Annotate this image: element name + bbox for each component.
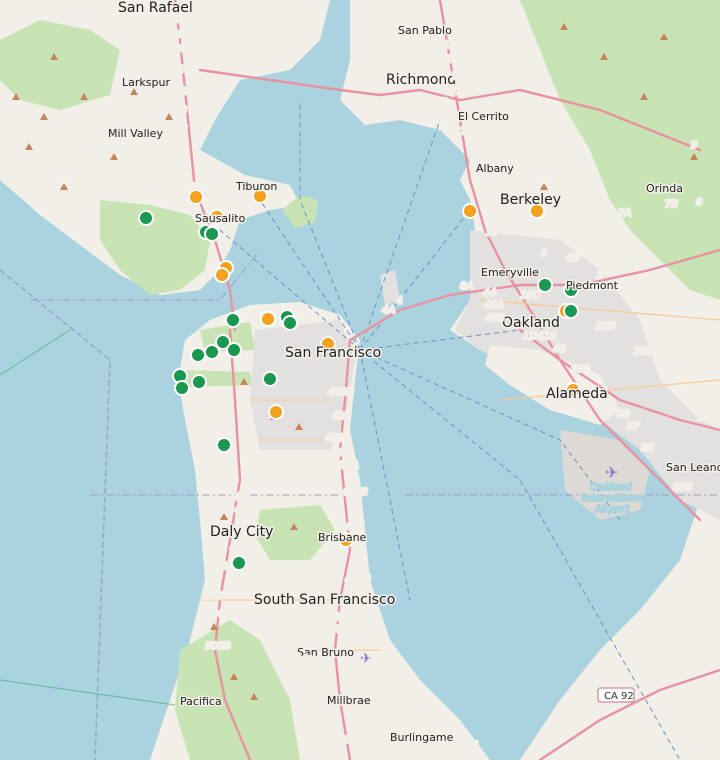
route-number-label: 47B — [230, 542, 250, 553]
route-number-label: 451 — [176, 29, 195, 40]
route-number-label: 29B — [698, 412, 718, 423]
route-number-layer: 452451450450B 2B449A448447446445B19B18171… — [164, 5, 720, 753]
route-number-label: 5 — [601, 240, 607, 251]
route-number-label: 46 — [242, 566, 255, 577]
route-number-label: 432 — [332, 411, 351, 422]
route-number-label: 9 — [691, 140, 697, 151]
route-number-label: 10A — [406, 97, 426, 108]
route-number-label: 54B — [209, 561, 229, 572]
route-number-label: 423C — [327, 624, 353, 635]
route-number-label: 15 — [451, 86, 464, 97]
route-number-label: 429B — [342, 487, 368, 498]
route-number-label: 19B — [452, 6, 472, 17]
route-number-label: 1D — [523, 331, 537, 342]
route-number-label: 8A — [460, 281, 473, 292]
route-number-label: 19C — [520, 290, 540, 301]
route-number-label: 425B — [345, 574, 371, 585]
route-number-label: 424 — [328, 612, 347, 623]
route-number-label: 49B — [234, 505, 254, 516]
route-number-label: 46B — [485, 313, 505, 324]
route-number-label: 40 — [553, 344, 566, 355]
route-number-label: 4A — [566, 232, 579, 243]
route-number-label: 14A — [469, 141, 489, 152]
route-number-label: 37 — [627, 421, 640, 432]
route-number-label: 2 — [597, 270, 603, 281]
route-number-label: 12 — [478, 183, 491, 194]
route-number-label: 10 — [486, 227, 499, 238]
route-number-label: 419B — [376, 711, 402, 722]
route-number-label: 1C — [650, 320, 663, 331]
route-number-label: 4A — [382, 305, 395, 316]
route-number-label: 42 — [300, 655, 313, 666]
route-number-label: 27A — [683, 365, 703, 376]
route-number-label: 420 — [357, 684, 376, 695]
route-number-label: 426 — [345, 521, 364, 532]
route-number-label: 50 — [263, 481, 276, 492]
route-number-label: 10B — [428, 97, 448, 108]
route-number-label: 49 — [234, 492, 247, 503]
route-number-label: 450 — [168, 44, 187, 55]
route-number-label: 430 — [330, 448, 349, 459]
route-number-label: 7B — [665, 199, 678, 210]
route-number-label: 431 — [325, 433, 344, 444]
route-number-label: 16 — [451, 71, 464, 82]
route-number-label: 33B — [673, 482, 693, 493]
route-number-label: 2B — [226, 60, 239, 71]
route-number-label: 433B — [328, 387, 354, 398]
route-number-label: 17 — [446, 54, 459, 65]
route-number-label: 18 — [443, 40, 456, 51]
route-number-label: 450B — [168, 64, 194, 75]
route-number-label: 52 — [282, 452, 295, 463]
route-number-label: 22B — [596, 321, 616, 332]
route-number-label: 43B — [282, 655, 302, 666]
route-number-label: 447 — [168, 125, 188, 136]
route-number-label: 416 — [459, 740, 478, 751]
route-number-label: 13 — [473, 155, 486, 166]
route-number-label: 35 — [641, 443, 654, 454]
route-number-label: 6 — [596, 229, 602, 240]
route-number-label: 25B — [634, 346, 654, 357]
route-number-label: 41B — [537, 331, 557, 342]
route-number-label: 39B — [571, 364, 591, 375]
route-number-label: 506 — [205, 609, 224, 620]
route-number-label: 505B — [205, 641, 231, 652]
route-number-label: 449A — [167, 86, 193, 97]
route-number-label: 8 — [696, 197, 702, 208]
route-number-label: 46A — [484, 300, 504, 311]
route-number-label: 4 — [396, 296, 402, 307]
route-number-label: 44 — [483, 288, 496, 299]
route-number-label: 3 — [541, 248, 547, 259]
route-number-label: 445B — [170, 182, 196, 193]
route-number-label: 430A — [333, 460, 359, 471]
route-number-label: 11 — [482, 204, 495, 215]
route-number-label: 507 — [205, 591, 225, 602]
route-number-label: 39 — [337, 735, 350, 746]
route-number-label: 40 — [325, 719, 338, 730]
route-number-label: 41 — [308, 690, 321, 701]
route-number-label: 7A — [618, 208, 631, 219]
map-view[interactable]: ✈ ✈ San Rafael Larkspur Mill Valley Tibu… — [0, 0, 720, 760]
route-number-label: 4B — [566, 253, 579, 264]
route-number-label: 44 — [282, 632, 295, 643]
route-number-label: 448 — [168, 105, 187, 116]
route-number-label: 446 — [166, 153, 185, 164]
route-number-label: 452 — [165, 14, 184, 25]
route-number-label: 38 — [617, 409, 630, 420]
route-number-label: 14B — [460, 126, 480, 137]
